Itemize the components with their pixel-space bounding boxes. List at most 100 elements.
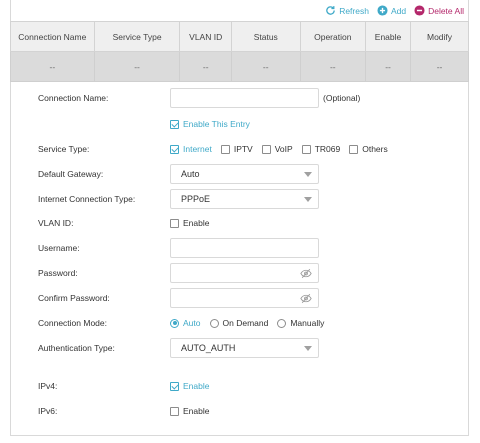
col-status: Status [230,21,301,52]
confirm-password-input[interactable] [170,288,319,308]
password-label: Password: [38,268,78,278]
service-iptv-checkbox[interactable]: IPTV [220,144,253,154]
username-input[interactable] [170,238,319,258]
radio-icon [209,318,219,328]
ipv4-label: IPv4: [38,381,58,391]
ipv6-enable-checkbox[interactable]: Enable [170,406,209,416]
checkbox-checked-icon [170,381,179,391]
row-username: Username: [10,238,469,258]
radio-icon [277,318,287,328]
row-connection-name: Connection Name: (Optional) [10,88,469,108]
mode-on-demand-label: On Demand [222,318,269,328]
service-type-label: Service Type: [38,144,90,154]
cell-service-type: -- [93,51,181,82]
checkbox-checked-icon [170,119,179,129]
row-default-gateway: Default Gateway: Auto [10,164,469,184]
col-vlan-id: VLAN ID [179,21,232,52]
row-authentication-type: Authentication Type: AUTO_AUTH [10,338,469,358]
service-others-label: Others [362,144,388,154]
ipv4-enable-label: Enable [183,381,210,391]
ipv4-enable-checkbox[interactable]: Enable [170,381,209,391]
service-tr069-label: TR069 [314,144,341,154]
row-ipv4: IPv4: Enable [10,376,469,396]
refresh-icon [326,6,335,15]
checkbox-icon [220,144,230,154]
row-service-type: Service Type: Internet IPTV VoIP TR069 O… [10,139,469,159]
checkbox-icon [170,406,179,416]
row-confirm-password: Confirm Password: [10,288,469,308]
internet-connection-type-label: Internet Connection Type: [38,194,136,204]
table-toolbar: Refresh Add Delete All [10,0,469,21]
vlan-id-label: VLAN ID: [38,218,74,228]
service-internet-label: Internet [183,144,212,154]
vlan-enable-checkbox[interactable]: Enable [170,218,209,228]
mode-manually-label: Manually [290,318,325,328]
row-password: Password: [10,263,469,283]
row-ipv6: IPv6: Enable [10,401,469,421]
cell-operation: -- [299,51,367,82]
mode-auto-radio[interactable]: Auto [170,318,201,328]
connection-table: Connection Name Service Type VLAN ID Sta… [10,21,469,82]
eye-hidden-icon[interactable] [300,268,312,279]
mode-on-demand-radio[interactable]: On Demand [209,318,269,328]
minus-circle-icon [414,5,425,16]
password-input[interactable] [170,263,319,283]
authentication-type-label: Authentication Type: [38,343,115,353]
add-button[interactable]: Add [377,5,406,16]
dropdown-arrow-icon [304,346,312,351]
connection-mode-label: Connection Mode: [38,318,107,328]
col-operation: Operation [299,21,367,52]
radio-checked-icon [170,318,179,328]
dropdown-arrow-icon [304,197,312,202]
authentication-type-select[interactable]: AUTO_AUTH [170,338,319,358]
table-row: -- -- -- -- -- -- -- [10,51,469,82]
table-header-row: Connection Name Service Type VLAN ID Sta… [10,21,469,52]
confirm-password-label: Confirm Password: [38,293,110,303]
service-voip-label: VoIP [274,144,293,154]
service-others-checkbox[interactable]: Others [349,144,388,154]
authentication-type-value: AUTO_AUTH [181,343,236,353]
service-voip-checkbox[interactable]: VoIP [261,144,293,154]
ipv6-enable-label: Enable [183,406,210,416]
internet-connection-type-select[interactable]: PPPoE [170,189,319,209]
checkbox-icon [349,144,359,154]
col-enable: Enable [364,21,412,52]
col-connection-name: Connection Name [10,21,95,52]
checkbox-checked-icon [170,144,179,154]
eye-hidden-icon[interactable] [300,293,312,304]
vlan-enable-label: Enable [183,218,210,228]
col-service-type: Service Type [93,21,181,52]
checkbox-icon [170,218,179,228]
optional-hint: (Optional) [323,93,361,103]
ipv6-label: IPv6: [38,406,58,416]
enable-entry-checkbox[interactable]: Enable This Entry [170,119,250,129]
default-gateway-value: Auto [181,169,200,179]
dropdown-arrow-icon [304,172,312,177]
delete-all-button[interactable]: Delete All [414,5,464,16]
row-enable-entry: Enable This Entry [10,114,469,134]
cell-status: -- [230,51,301,82]
cell-modify: -- [410,51,469,82]
default-gateway-select[interactable]: Auto [170,164,319,184]
default-gateway-label: Default Gateway: [38,169,104,179]
checkbox-icon [261,144,271,154]
connection-name-label: Connection Name: [38,93,109,103]
row-connection-mode: Connection Mode: Auto On Demand Manually [10,313,469,333]
row-internet-connection-type: Internet Connection Type: PPPoE [10,189,469,209]
service-tr069-checkbox[interactable]: TR069 [301,144,341,154]
refresh-label: Refresh [339,5,369,16]
cell-connection-name: -- [10,51,95,82]
enable-entry-label: Enable This Entry [183,119,250,129]
service-iptv-label: IPTV [233,144,253,154]
mode-manually-radio[interactable]: Manually [277,318,324,328]
username-label: Username: [38,243,80,253]
internet-connection-type-value: PPPoE [181,194,211,204]
mode-auto-label: Auto [183,318,201,328]
add-label: Add [390,5,407,16]
connection-name-input[interactable] [170,88,319,108]
refresh-button[interactable]: Refresh [325,5,369,16]
plus-circle-icon [377,5,388,16]
row-vlan-id: VLAN ID: Enable [10,213,469,233]
service-internet-checkbox[interactable]: Internet [170,144,212,154]
checkbox-icon [301,144,311,154]
